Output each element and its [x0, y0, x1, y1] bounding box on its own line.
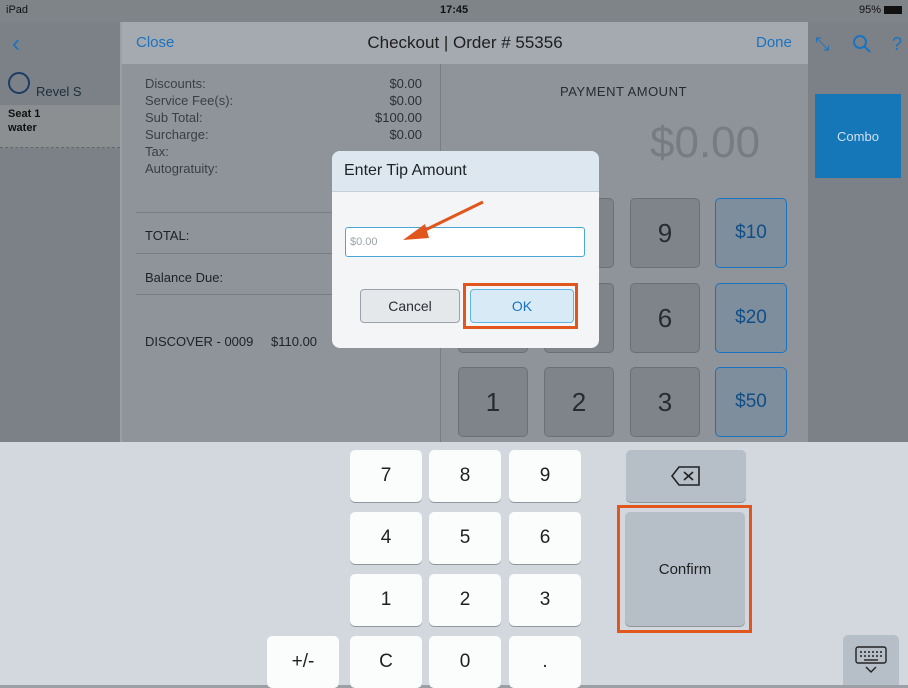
- summary-label: Discounts:: [145, 76, 206, 91]
- payment-amount-display: $0.00: [650, 118, 761, 167]
- summary-value: $0.00: [389, 127, 422, 142]
- user-name: Revel S: [36, 84, 82, 99]
- user-icon: [8, 72, 30, 94]
- summary-value: $100.00: [375, 110, 422, 125]
- back-chevron-icon[interactable]: ‹: [12, 30, 20, 58]
- key-8[interactable]: 8: [429, 450, 501, 502]
- balance-due-label: Balance Due:: [145, 270, 224, 285]
- ok-highlight-box: [463, 283, 578, 329]
- page-title: Checkout | Order # 55356: [367, 33, 563, 52]
- clock: 17:45: [440, 4, 469, 16]
- seat-label: Seat 1: [8, 108, 41, 120]
- key-6[interactable]: 6: [509, 512, 581, 564]
- hide-keyboard-button[interactable]: [843, 635, 899, 685]
- summary-label: Sub Total:: [145, 110, 203, 125]
- annotation-arrow-icon: [403, 200, 484, 240]
- backspace-key[interactable]: [626, 450, 746, 502]
- backspace-icon: [670, 466, 700, 486]
- help-icon[interactable]: ?: [892, 34, 902, 55]
- battery-indicator: 95%: [859, 4, 902, 16]
- keypad-key-1[interactable]: 1: [458, 367, 528, 437]
- payment-amount-title: PAYMENT AMOUNT: [560, 84, 687, 99]
- keypad-key-6[interactable]: 6: [630, 283, 700, 353]
- summary-value: $0.00: [389, 76, 422, 91]
- device-label: iPad: [6, 4, 29, 16]
- key-5[interactable]: 5: [429, 512, 501, 564]
- summary-label: Service Fee(s):: [145, 93, 234, 108]
- keyboard-icon: [855, 646, 887, 673]
- combo-button[interactable]: Combo: [815, 94, 901, 178]
- key-4[interactable]: 4: [350, 512, 422, 564]
- search-icon[interactable]: [852, 34, 872, 59]
- resize-arrow-icon[interactable]: ⤡: [815, 34, 829, 55]
- key-0[interactable]: 0: [429, 636, 501, 688]
- key-9[interactable]: 9: [509, 450, 581, 502]
- keypad-key-9[interactable]: 9: [630, 198, 700, 268]
- summary-label: Autogratuity:: [145, 161, 218, 176]
- payment-card: DISCOVER - 0009: [145, 334, 254, 349]
- summary-label: Surcharge:: [145, 127, 209, 142]
- plus-minus-key[interactable]: +/-: [267, 636, 339, 688]
- quick-amount-50-button[interactable]: $50: [715, 367, 787, 437]
- battery-percent: 95%: [858, 4, 881, 16]
- payment-row[interactable]: DISCOVER - 0009 $110.00: [145, 334, 317, 349]
- summary-value: $0.00: [389, 93, 422, 108]
- close-button[interactable]: Close: [136, 34, 174, 51]
- done-button[interactable]: Done: [756, 34, 792, 51]
- key-2[interactable]: 2: [429, 574, 501, 626]
- keypad-key-3[interactable]: 3: [630, 367, 700, 437]
- key-3[interactable]: 3: [509, 574, 581, 626]
- key-7[interactable]: 7: [350, 450, 422, 502]
- clear-key[interactable]: C: [350, 636, 422, 688]
- cancel-button[interactable]: Cancel: [360, 289, 460, 323]
- order-item-label: water: [8, 122, 37, 134]
- key-1[interactable]: 1: [350, 574, 422, 626]
- quick-amount-10-button[interactable]: $10: [715, 198, 787, 268]
- summary-label: Tax:: [145, 144, 169, 159]
- total-label: TOTAL:: [145, 228, 190, 243]
- quick-amount-20-button[interactable]: $20: [715, 283, 787, 353]
- keypad-key-2[interactable]: 2: [544, 367, 614, 437]
- status-bar: iPad 17:45 95%: [0, 0, 908, 22]
- dialog-title: Enter Tip Amount: [344, 162, 467, 179]
- confirm-highlight-box: [617, 505, 752, 633]
- payment-amount-value: $110.00: [271, 334, 318, 349]
- right-panel: [808, 22, 908, 442]
- battery-icon: [884, 6, 902, 15]
- decimal-key[interactable]: .: [509, 636, 581, 688]
